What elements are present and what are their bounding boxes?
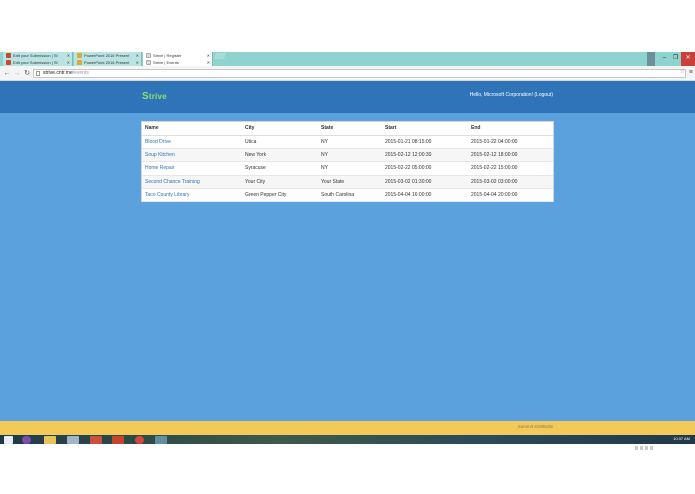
system-tray-icons[interactable] (635, 437, 657, 450)
event-link[interactable]: Second Chance Training (145, 179, 200, 185)
event-city: Green Pepper City (242, 188, 318, 203)
app-icon[interactable] (67, 436, 79, 444)
close-tab-icon[interactable]: ✕ (67, 52, 70, 59)
table-row: Blood Drive Utica NY 2015-01-21 08:15:00… (142, 135, 553, 149)
table-row: Taco County Library Green Pepper City So… (142, 188, 553, 203)
event-state: South Carolina (318, 188, 382, 203)
profile-icon[interactable] (647, 52, 655, 66)
event-start: 2015-01-21 08:15:00 (382, 135, 468, 149)
event-end: 2015-02-22 15:00:00 (468, 161, 553, 176)
close-window-icon[interactable]: ✕ (681, 52, 695, 66)
event-state: NY (318, 148, 382, 163)
event-link[interactable]: Blood Drive (145, 139, 171, 145)
chrome-icon[interactable] (135, 436, 144, 444)
menu-icon[interactable]: ≡ (689, 69, 693, 76)
event-link[interactable]: Home Repair (145, 165, 174, 171)
tab-strive-register[interactable]: Strive | Register ✕ (143, 52, 213, 59)
event-state: Your State (318, 175, 382, 190)
event-city: New York (242, 148, 318, 163)
address-bar[interactable]: strive.cntr.me/events (33, 69, 686, 78)
column-header-name: Name (142, 122, 242, 136)
close-tab-icon[interactable]: ✕ (207, 59, 210, 66)
bookmark-star-icon[interactable]: ☆ (680, 68, 685, 75)
event-link[interactable]: Taco County Library (145, 192, 189, 198)
tab-edit-submission[interactable]: Edit your Submission | St ✕ (3, 59, 73, 66)
event-end: 2015-04-04 20:00:00 (468, 188, 553, 203)
event-city: Syracuse (242, 161, 318, 176)
favicon-icon (77, 60, 82, 65)
tab-title: PowerPoint 2016 Present (84, 60, 130, 65)
tab-title: Strive | Events (153, 60, 179, 65)
page-content: Strive Hello, Microsoft Corporation! (Lo… (0, 81, 695, 435)
events-panel: Name City State Start End Blood Drive Ut… (141, 121, 554, 203)
favicon-icon (146, 53, 151, 58)
table-row: Second Chance Training Your City Your St… (142, 175, 553, 190)
tab-title: PowerPoint 2016 Present (84, 53, 130, 58)
event-city: Your City (242, 175, 318, 190)
close-tab-icon[interactable]: ✕ (136, 52, 139, 59)
tab-strive-events[interactable]: Strive | Events ✕ (143, 59, 213, 66)
app-icon[interactable] (155, 436, 167, 444)
tab-title: Strive | Register (153, 53, 182, 58)
strive-logo[interactable]: Strive (142, 91, 167, 102)
events-table: Name City State Start End Blood Drive Ut… (142, 122, 553, 203)
reload-icon[interactable]: ↻ (23, 69, 31, 78)
tab-strip-bottom: Edit your Submission | St ✕ PowerPoint 2… (0, 59, 695, 66)
event-end: 2015-03-02 03:00:00 (468, 175, 553, 190)
logo-mark: S (142, 91, 149, 102)
page-footer: Summit 818/Bolts (0, 421, 695, 435)
tab-title: Edit your Submission | St (13, 60, 58, 65)
event-end: 2015-02-12 18:00:00 (468, 148, 553, 163)
user-greeting[interactable]: Hello, Microsoft Corporation! (Logout) (470, 92, 553, 98)
tab-edit-submission[interactable]: Edit your Submission | St ✕ (3, 52, 73, 59)
event-start: 2015-04-04 16:00:00 (382, 188, 468, 203)
taskbar-clock[interactable]: 10:37 AM (673, 436, 690, 441)
favicon-icon (77, 53, 82, 58)
tab-powerpoint[interactable]: PowerPoint 2016 Present ✕ (74, 52, 142, 59)
favicon-icon (146, 60, 151, 65)
event-end: 2015-01-22 04:00:00 (468, 135, 553, 149)
event-city: Utica (242, 135, 318, 149)
table-header-row: Name City State Start End (142, 122, 553, 136)
window-controls: – ❐ ✕ (659, 52, 695, 66)
url-path: /events (72, 70, 89, 76)
favicon-icon (6, 53, 11, 58)
windows-taskbar: 10:37 AM (0, 435, 695, 450)
column-header-state: State (318, 122, 382, 136)
close-tab-icon[interactable]: ✕ (136, 59, 139, 66)
tab-strip-top: Edit your Submission | St ✕ PowerPoint 2… (0, 52, 695, 59)
event-state: NY (318, 161, 382, 176)
close-tab-icon[interactable]: ✕ (67, 59, 70, 66)
windows-start-icon[interactable] (4, 436, 13, 444)
file-explorer-icon[interactable] (44, 436, 56, 444)
minimize-icon[interactable]: – (659, 52, 670, 66)
forward-arrow-icon[interactable]: → (13, 69, 21, 78)
app-icon[interactable] (22, 436, 31, 444)
url-host: strive.cntr.me (43, 70, 73, 76)
column-header-start: Start (382, 122, 468, 136)
powerpoint-icon[interactable] (112, 436, 124, 444)
tab-title: Edit your Submission | St (13, 53, 58, 58)
browser-toolbar: ← → ↻ strive.cntr.me/events ☆ ≡ (0, 66, 695, 81)
app-navbar: Strive Hello, Microsoft Corporation! (Lo… (0, 81, 695, 113)
table-row: Home Repair Syracuse NY 2015-02-22 05:00… (142, 161, 553, 176)
event-link[interactable]: Soup Kitchen (145, 152, 175, 158)
column-header-end: End (468, 122, 553, 136)
logo-text: trive (148, 92, 167, 101)
page-icon (36, 71, 40, 76)
favicon-icon (6, 60, 11, 65)
app-icon[interactable] (90, 436, 102, 444)
event-start: 2015-03-02 01:30:00 (382, 175, 468, 190)
close-tab-icon[interactable]: ✕ (207, 52, 210, 59)
footer-text: Summit 818/Bolts (517, 424, 553, 429)
back-arrow-icon[interactable]: ← (3, 69, 11, 78)
table-row: Soup Kitchen New York NY 2015-02-12 12:0… (142, 148, 553, 163)
maximize-icon[interactable]: ❐ (670, 52, 681, 66)
column-header-city: City (242, 122, 318, 136)
event-start: 2015-02-22 05:00:00 (382, 161, 468, 176)
event-state: NY (318, 135, 382, 149)
event-start: 2015-02-12 12:00:30 (382, 148, 468, 163)
tab-powerpoint[interactable]: PowerPoint 2016 Present ✕ (74, 59, 142, 66)
